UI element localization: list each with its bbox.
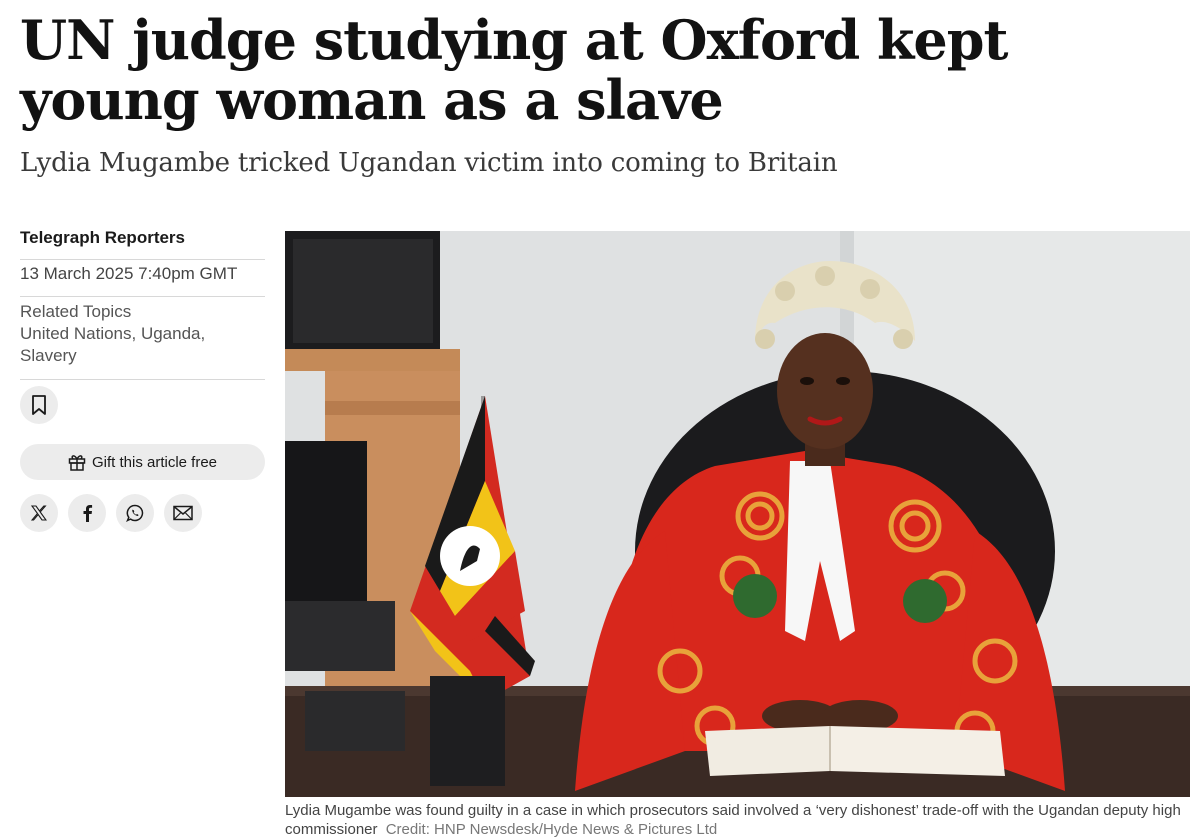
author-link[interactable]: Telegraph Reporters (20, 222, 265, 260)
share-buttons (20, 494, 265, 532)
article-standfirst: Lydia Mugambe tricked Ugandan victim int… (20, 148, 838, 178)
share-facebook-button[interactable] (68, 494, 106, 532)
gift-article-label: Gift this article free (91, 453, 218, 471)
facebook-icon (83, 505, 93, 522)
whatsapp-icon (126, 504, 144, 522)
photo-credit: Credit: HNP Newsdesk/Hyde News & Picture… (385, 821, 718, 838)
related-topics-list[interactable]: United Nations, Uganda, Slavery (20, 323, 265, 367)
article-headline: UN judge studying at Oxford kept young w… (20, 8, 1009, 132)
article-photo (285, 231, 1190, 797)
x-icon (31, 505, 47, 521)
article-meta: Telegraph Reporters 13 March 2025 7:40pm… (20, 222, 265, 532)
judge-photo-illustration (285, 231, 1190, 797)
email-icon (173, 505, 193, 521)
photo-caption: Lydia Mugambe was found guilty in a case… (285, 801, 1190, 839)
gift-icon (68, 455, 86, 471)
related-topics-label: Related Topics (20, 302, 132, 321)
share-whatsapp-button[interactable] (116, 494, 154, 532)
share-x-button[interactable] (20, 494, 58, 532)
publish-date: 13 March 2025 7:40pm GMT (20, 260, 265, 297)
related-topics: Related Topics United Nations, Uganda, S… (20, 297, 265, 380)
share-email-button[interactable] (164, 494, 202, 532)
gift-article-button[interactable]: Gift this article free (20, 444, 265, 480)
bookmark-button[interactable] (20, 386, 58, 424)
bookmark-icon (32, 395, 46, 415)
